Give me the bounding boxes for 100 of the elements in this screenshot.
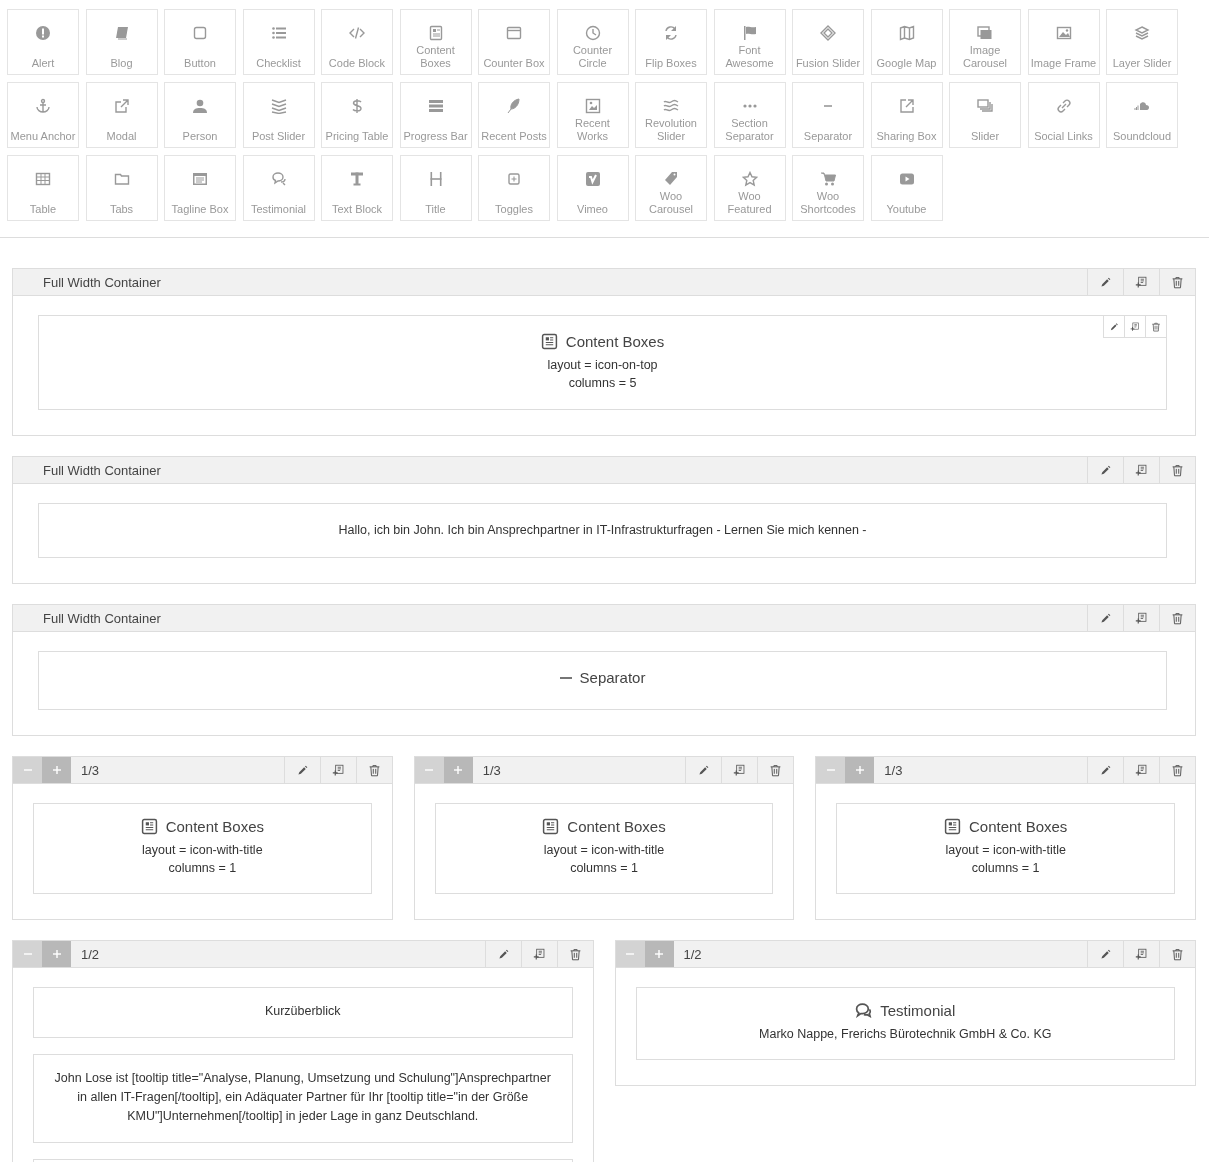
element-tile[interactable]: Counter Box xyxy=(478,9,550,75)
element-tile[interactable]: Image Frame xyxy=(1027,9,1100,75)
element-tile[interactable]: Toggles xyxy=(478,155,550,221)
clone-icon xyxy=(1130,321,1140,332)
element-tile[interactable]: Modal xyxy=(85,82,158,148)
flag-icon xyxy=(741,25,758,41)
window-icon xyxy=(506,25,522,41)
element-setting: layout = icon-with-title xyxy=(945,842,1066,859)
element-box[interactable]: Kurzüberblick xyxy=(33,987,573,1038)
element-tile[interactable]: Progress Bar xyxy=(399,82,472,148)
tag-icon xyxy=(663,171,679,187)
cart-icon xyxy=(820,171,836,187)
share-box-icon xyxy=(898,98,915,114)
element-box[interactable] xyxy=(33,1054,573,1143)
panel-icon xyxy=(192,171,208,187)
element-tile[interactable]: Font Awesome xyxy=(713,9,786,75)
element-box[interactable]: Hallo, ich bin John. Ich bin Ansprechpartner in IT-Infrastrukturfragen - Lernen Sie mich kennen - xyxy=(38,503,1167,558)
element-tile[interactable]: Testimonial xyxy=(242,155,315,221)
element-tile[interactable]: Section Separator xyxy=(713,82,786,148)
clone-icon xyxy=(733,763,747,777)
plus-icon xyxy=(51,949,62,959)
element-box[interactable]: Testimonial Marko Nappe, Frerichs Bürotechnik GmbH & Co. KG xyxy=(635,987,1175,1060)
element-tile[interactable]: Title xyxy=(399,155,472,221)
element-tile[interactable]: Layer Slider xyxy=(1106,9,1178,75)
pencil-icon xyxy=(1099,463,1112,477)
trash-icon xyxy=(568,947,582,961)
framed-picture-icon xyxy=(584,98,601,114)
element-tile[interactable]: Fusion Slider xyxy=(792,9,864,75)
element-tile[interactable]: Google Map xyxy=(870,9,943,75)
pencil-icon xyxy=(1099,611,1112,625)
element-tile[interactable]: Pricing Table xyxy=(321,82,393,148)
list-icon xyxy=(270,25,287,41)
element-tile[interactable]: Tabs xyxy=(85,155,158,221)
element-tile[interactable]: Recent Posts xyxy=(478,82,550,148)
play-icon xyxy=(898,171,915,187)
pencil-icon xyxy=(1099,275,1112,289)
element-box[interactable]: Content Boxes layout = icon-with-title columns = 1 xyxy=(434,803,774,894)
document-icon xyxy=(943,818,961,835)
clone-icon xyxy=(1135,275,1148,289)
element-tile[interactable]: Recent Works xyxy=(556,82,629,148)
element-tile[interactable]: Woo Featured xyxy=(713,155,786,221)
element-tile[interactable]: Counter Circle xyxy=(556,9,629,75)
element-tile[interactable]: Woo Shortcodes xyxy=(792,155,864,221)
column-size: 1/2 xyxy=(682,946,703,962)
clone-icon xyxy=(1135,463,1148,477)
element-tile[interactable]: Revolution Slider xyxy=(635,82,707,148)
pencil-icon xyxy=(1109,321,1119,332)
element-tile[interactable]: Flip Boxes xyxy=(635,9,707,75)
element-box[interactable]: Content Boxes layout = icon-with-title columns = 1 xyxy=(836,803,1175,894)
element-tile[interactable]: Table xyxy=(7,155,79,221)
element-box[interactable]: Content Boxes layout = icon-with-title columns = 1 xyxy=(33,803,372,894)
element-tile[interactable]: Content Boxes xyxy=(399,9,472,75)
plus-icon xyxy=(854,765,865,775)
pencil-icon xyxy=(1099,763,1112,777)
element-tile[interactable]: Blog xyxy=(85,9,158,75)
element-tile[interactable]: Checklist xyxy=(242,9,315,75)
pencil-icon xyxy=(295,763,309,777)
element-setting: layout = icon-on-top xyxy=(547,357,658,374)
element-tile[interactable]: Social Links xyxy=(1027,82,1100,148)
trash-icon xyxy=(367,763,381,777)
element-setting: layout = icon-with-title xyxy=(543,842,665,859)
element-setting: Marko Nappe, Frerichs Bürotechnik GmbH & Co. KG xyxy=(759,1026,1052,1043)
clone-icon xyxy=(532,947,546,961)
plus-square-icon xyxy=(506,171,522,187)
element-box[interactable]: Content Boxes layout = icon-on-top columns = 5 xyxy=(38,315,1167,410)
element-tile[interactable]: Separator xyxy=(792,82,864,148)
element-tile[interactable]: Alert xyxy=(7,9,79,75)
trash-icon xyxy=(1171,275,1184,289)
element-tile[interactable]: Slider xyxy=(949,82,1021,148)
element-text: Hallo, ich bin John. Ich bin Ansprechpartner in IT-Infrastrukturfragen - Lernen Sie mich kennen - xyxy=(338,522,867,539)
column-size: 1/3 xyxy=(80,762,101,778)
element-tile[interactable]: Code Block xyxy=(321,9,393,75)
element-tile[interactable]: Soundcloud xyxy=(1106,82,1178,148)
element-setting: columns = 1 xyxy=(971,860,1040,877)
column-size: 1/3 xyxy=(481,762,502,778)
element-tile[interactable]: Tagline Box xyxy=(164,155,236,221)
element-box[interactable]: Separator xyxy=(38,651,1167,710)
element-tile[interactable]: Post Slider xyxy=(242,82,315,148)
element-tile[interactable]: Vimeo xyxy=(556,155,629,221)
vimeo-icon xyxy=(584,171,601,187)
element-tile[interactable]: Image Carousel xyxy=(949,9,1021,75)
element-tile[interactable]: Woo Carousel xyxy=(635,155,707,221)
element-tile[interactable]: Text Block xyxy=(321,155,393,221)
document-icon xyxy=(540,333,558,350)
element-tile[interactable]: Menu Anchor xyxy=(7,82,79,148)
external-link-icon xyxy=(113,98,130,114)
pencil-icon xyxy=(496,947,510,961)
element-tile[interactable]: Person xyxy=(164,82,236,148)
pencil-icon xyxy=(1099,947,1112,961)
trash-icon xyxy=(1171,947,1184,961)
element-tile[interactable]: Youtube xyxy=(870,155,943,221)
progress-bars-icon xyxy=(427,98,444,114)
pencil-icon xyxy=(697,763,711,777)
grow-button[interactable] xyxy=(845,757,875,783)
clone-icon xyxy=(331,763,345,777)
element-tile[interactable]: Sharing Box xyxy=(870,82,943,148)
speech-bubbles-icon xyxy=(270,171,287,187)
element-tile[interactable]: Button xyxy=(164,9,236,75)
pictures-icon xyxy=(977,25,993,41)
plus-icon xyxy=(654,949,664,959)
